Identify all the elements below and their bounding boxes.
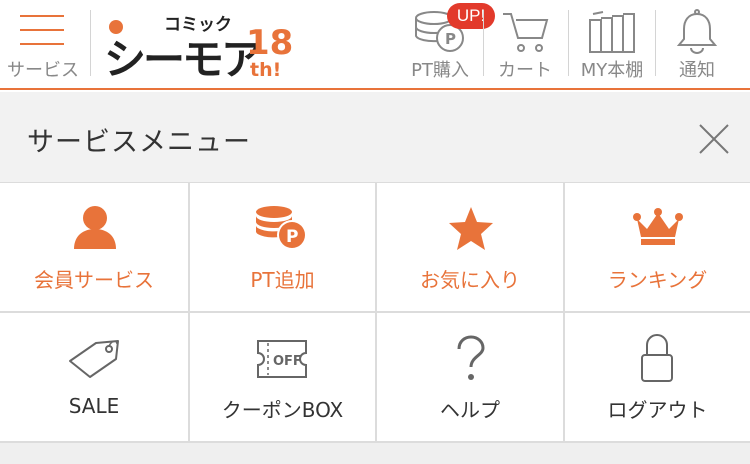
svg-text:OFF: OFF xyxy=(273,354,302,369)
header-divider xyxy=(483,10,484,76)
pt-purchase-label: PT購入 xyxy=(411,60,469,81)
cart-icon xyxy=(503,13,549,52)
notification-button[interactable]: 通知 xyxy=(660,0,734,88)
my-bookshelf-label: MY本棚 xyxy=(580,60,644,81)
grid-item-coupon-box[interactable]: OFF クーポンBOX xyxy=(190,313,377,443)
grid-item-member-service[interactable]: 会員サービス xyxy=(0,183,190,313)
question-icon xyxy=(457,335,485,380)
cart-button[interactable]: カート xyxy=(487,0,563,88)
coins-p-icon: P xyxy=(256,206,307,250)
close-button[interactable] xyxy=(694,119,734,159)
close-icon xyxy=(699,124,729,154)
cart-label: カート xyxy=(498,60,552,81)
grid-item-label: 会員サービス xyxy=(34,268,154,292)
grid-item-label: ランキング xyxy=(607,268,708,292)
logo-anniv-number: 18 xyxy=(246,23,292,63)
grid-item-sale[interactable]: SALE xyxy=(0,313,190,443)
star-icon xyxy=(449,207,493,250)
grid-item-pt-add[interactable]: P PT追加 xyxy=(190,183,377,313)
grid-item-label: クーポンBOX xyxy=(221,398,344,422)
service-menu-titlebar: サービスメニュー xyxy=(0,92,750,183)
logo-main-text: シーモア xyxy=(104,35,261,80)
svg-text:P: P xyxy=(445,30,456,48)
bell-icon xyxy=(676,9,718,54)
logo-anniv-suffix: th! xyxy=(250,59,281,80)
grid-item-label: ヘルプ xyxy=(440,398,500,422)
grid-item-label: ログアウト xyxy=(607,398,708,422)
grid-item-label: お気に入り xyxy=(420,268,520,292)
notification-label: 通知 xyxy=(679,60,715,81)
bookshelf-icon xyxy=(589,11,635,53)
person-icon xyxy=(74,206,116,249)
service-grid: 会員サービス P PT追加 お気に入り ランキング SALE OFF クーポンB… xyxy=(0,183,750,443)
lock-icon xyxy=(641,334,673,382)
hamburger-icon xyxy=(20,15,64,45)
header-divider xyxy=(655,10,656,76)
coupon-icon: OFF xyxy=(257,340,307,378)
tag-icon xyxy=(69,340,119,378)
page-title: サービスメニュー xyxy=(27,127,251,158)
header-bar: サービス コミック シーモア 18 th! P PT購入 UP! カート MY本… xyxy=(0,0,750,90)
grid-item-label: SALE xyxy=(68,394,120,418)
grid-item-favorites[interactable]: お気に入り xyxy=(377,183,565,313)
cmoa-logo[interactable]: コミック シーモア 18 th! xyxy=(102,10,293,84)
my-bookshelf-button[interactable]: MY本棚 xyxy=(572,0,652,88)
svg-text:P: P xyxy=(286,227,298,247)
grid-item-logout[interactable]: ログアウト xyxy=(565,313,750,443)
grid-item-ranking[interactable]: ランキング xyxy=(565,183,750,313)
grid-item-help[interactable]: ヘルプ xyxy=(377,313,565,443)
grid-item-label: PT追加 xyxy=(250,268,315,292)
footer-strip xyxy=(0,443,750,464)
logo-small-text: コミック xyxy=(164,15,232,35)
header-divider xyxy=(90,10,91,76)
header-divider xyxy=(568,10,569,76)
service-menu-button[interactable]: サービス xyxy=(0,0,86,88)
crown-icon xyxy=(633,208,683,245)
service-menu-label: サービス xyxy=(7,60,79,81)
